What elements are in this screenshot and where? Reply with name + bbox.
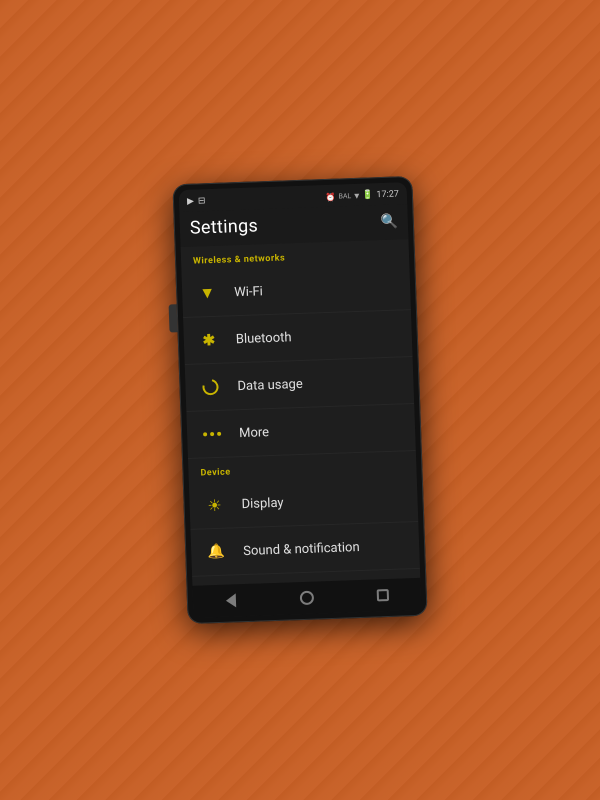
signal-icon: ▾ bbox=[354, 190, 359, 201]
bal-label: BAL bbox=[338, 192, 351, 200]
bluetooth-icon: ✱ bbox=[195, 327, 222, 354]
more-icon bbox=[199, 421, 226, 448]
more-label: More bbox=[239, 425, 269, 441]
media-status-icon: ▶ bbox=[187, 197, 194, 207]
wifi-label: Wi-Fi bbox=[234, 284, 263, 300]
sim-status-icon: ⊟ bbox=[198, 196, 206, 206]
nav-bar bbox=[192, 578, 421, 618]
data-usage-label: Data usage bbox=[237, 376, 303, 393]
status-left-icons: ▶ ⊟ bbox=[187, 196, 206, 207]
bluetooth-label: Bluetooth bbox=[236, 330, 292, 347]
sound-icon: 🔔 bbox=[203, 539, 230, 566]
phone-device: ▶ ⊟ ⏰ BAL ▾ 🔋 17:27 Settings 🔍 Wireless … bbox=[172, 176, 427, 624]
settings-item-display[interactable]: ☀ Display bbox=[189, 475, 419, 530]
settings-item-wifi[interactable]: ▼ Wi-Fi bbox=[181, 263, 411, 318]
phone-screen: ▶ ⊟ ⏰ BAL ▾ 🔋 17:27 Settings 🔍 Wireless … bbox=[179, 182, 422, 618]
back-icon bbox=[226, 593, 236, 607]
data-usage-icon bbox=[197, 374, 224, 401]
alarm-icon: ⏰ bbox=[325, 192, 335, 201]
display-icon: ☀ bbox=[201, 492, 228, 519]
search-button[interactable]: 🔍 bbox=[380, 213, 398, 230]
time-display: 17:27 bbox=[376, 189, 399, 200]
nav-recent-button[interactable] bbox=[373, 585, 394, 606]
settings-item-sound[interactable]: 🔔 Sound & notification bbox=[190, 522, 420, 577]
settings-list: Wireless & networks ▼ Wi-Fi ✱ Bluetooth … bbox=[181, 239, 421, 586]
wifi-icon: ▼ bbox=[194, 280, 221, 307]
volume-button bbox=[169, 304, 178, 332]
settings-item-bluetooth[interactable]: ✱ Bluetooth bbox=[183, 310, 413, 365]
home-icon bbox=[300, 591, 314, 605]
recent-icon bbox=[377, 589, 389, 601]
settings-item-data-usage[interactable]: Data usage bbox=[185, 357, 415, 412]
status-right-info: ⏰ BAL ▾ 🔋 17:27 bbox=[325, 189, 399, 203]
battery-icon: 🔋 bbox=[362, 190, 374, 200]
nav-home-button[interactable] bbox=[297, 588, 318, 609]
sound-label: Sound & notification bbox=[243, 540, 360, 559]
display-label: Display bbox=[241, 495, 283, 511]
nav-back-button[interactable] bbox=[221, 590, 242, 611]
settings-item-more[interactable]: More bbox=[186, 404, 416, 459]
page-title: Settings bbox=[190, 215, 259, 238]
